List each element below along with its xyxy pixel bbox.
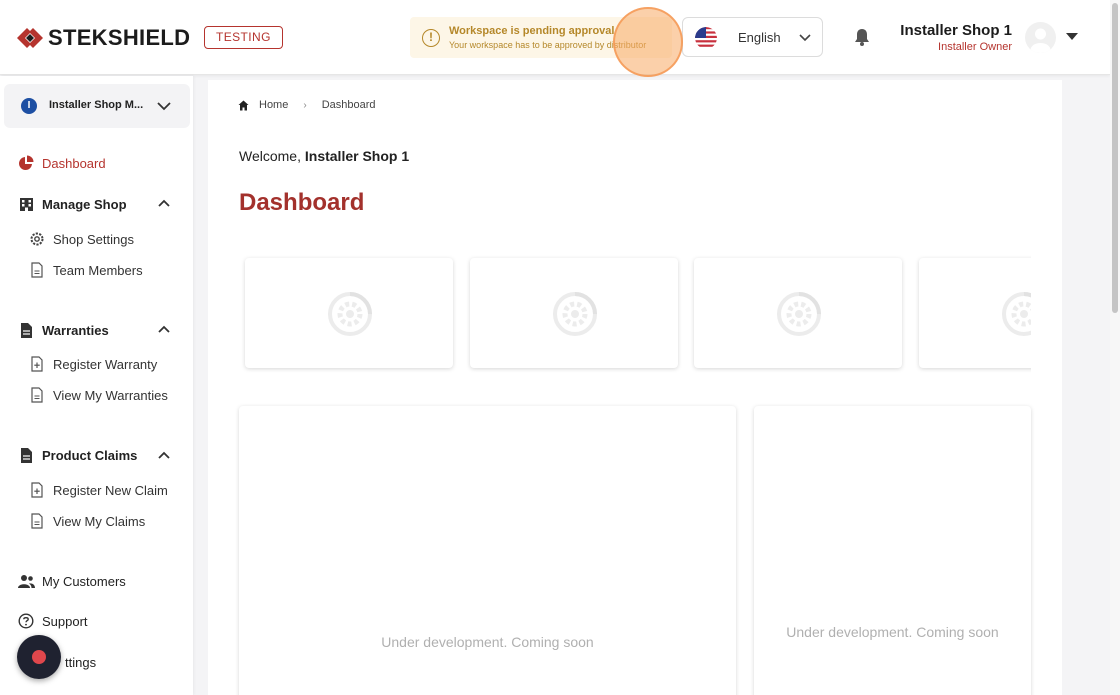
breadcrumb-current: Dashboard xyxy=(321,99,376,111)
chevron-down-icon xyxy=(157,102,171,111)
sidebar-item-label: Team Members xyxy=(53,262,143,278)
sidebar-item-shop-settings[interactable]: Shop Settings xyxy=(28,228,134,250)
sidebar-item-register-warranty[interactable]: Register Warranty xyxy=(28,353,157,375)
sidebar: I Installer Shop M... Dashboard Manage S… xyxy=(0,76,193,695)
loading-spinner-icon xyxy=(777,292,821,336)
sidebar-item-label: Shop Settings xyxy=(53,231,134,247)
sidebar-group-warranties[interactable]: Warranties xyxy=(17,319,109,341)
click-highlight-overlay xyxy=(613,7,683,77)
breadcrumb: Home › Dashboard xyxy=(238,99,376,111)
page-scrollbar[interactable] xyxy=(1110,0,1120,695)
language-selector[interactable]: English xyxy=(682,17,823,57)
language-label: English xyxy=(738,30,781,45)
workspace-initial: I xyxy=(21,98,37,114)
brand-logo[interactable]: STEKSHIELD xyxy=(16,25,190,51)
sidebar-group-label: Manage Shop xyxy=(42,196,127,212)
workspace-switcher[interactable]: I Installer Shop M... xyxy=(4,84,190,128)
main-content: Home › Dashboard Welcome, Installer Shop… xyxy=(208,80,1062,695)
chevron-up-icon[interactable] xyxy=(157,448,171,462)
stat-card xyxy=(919,258,1031,368)
stekshield-logo-icon xyxy=(17,28,43,48)
welcome-message: Welcome, Installer Shop 1 xyxy=(239,148,409,164)
building-icon xyxy=(17,195,35,213)
pie-chart-icon xyxy=(17,154,35,172)
recording-widget-button[interactable] xyxy=(17,635,61,679)
user-avatar-icon xyxy=(1030,28,1051,53)
sidebar-item-label: ttings xyxy=(65,654,97,670)
user-name[interactable]: Installer Shop 1 xyxy=(900,22,1012,39)
dashboard-panel-right: Under development. Coming soon xyxy=(754,406,1031,695)
stat-card xyxy=(470,258,678,368)
chevron-down-icon xyxy=(799,34,811,42)
stat-cards-row xyxy=(238,252,1031,377)
stat-card xyxy=(245,258,453,368)
chevron-up-icon[interactable] xyxy=(157,196,171,210)
dashboard-panel-left: Under development. Coming soon xyxy=(239,406,736,695)
sidebar-item-view-my-warranties[interactable]: View My Warranties xyxy=(28,384,168,406)
welcome-name: Installer Shop 1 xyxy=(304,148,410,164)
user-menu-caret-icon[interactable] xyxy=(1066,33,1078,40)
users-icon xyxy=(17,572,35,590)
sidebar-item-support[interactable]: Support xyxy=(17,610,88,632)
welcome-prefix: Welcome, xyxy=(239,148,301,164)
sidebar-item-label: Register Warranty xyxy=(53,356,158,372)
user-role: Installer Owner xyxy=(938,41,1012,53)
document-icon xyxy=(28,262,45,279)
gear-icon xyxy=(28,231,45,248)
coming-soon-message: Under development. Coming soon xyxy=(381,634,594,650)
document-icon xyxy=(28,513,45,530)
loading-spinner-icon xyxy=(1002,292,1031,336)
us-flag-icon xyxy=(695,27,717,49)
coming-soon-message: Under development. Coming soon xyxy=(786,624,999,640)
page-title: Dashboard xyxy=(239,189,365,216)
chevron-up-icon[interactable] xyxy=(157,322,171,336)
file-plus-icon xyxy=(28,356,45,373)
sidebar-item-label: View My Warranties xyxy=(53,387,168,403)
sidebar-item-view-my-claims[interactable]: View My Claims xyxy=(28,510,145,532)
sidebar-group-label: Product Claims xyxy=(42,447,138,463)
sidebar-item-label: My Customers xyxy=(42,573,126,589)
warning-icon: ! xyxy=(422,29,440,47)
sidebar-item-team-members[interactable]: Team Members xyxy=(28,259,143,281)
scrollbar-thumb[interactable] xyxy=(1112,3,1118,313)
sidebar-group-manage-shop[interactable]: Manage Shop xyxy=(17,193,127,215)
chevron-right-icon: › xyxy=(303,99,307,111)
stat-card xyxy=(694,258,902,368)
help-circle-icon xyxy=(17,612,35,630)
top-header: STEKSHIELD TESTING ! Workspace is pendin… xyxy=(0,0,1110,75)
sidebar-item-register-new-claim[interactable]: Register New Claim xyxy=(28,479,168,501)
file-plus-icon xyxy=(28,482,45,499)
loading-spinner-icon xyxy=(328,292,372,336)
brand-name: STEKSHIELD xyxy=(48,25,191,50)
sidebar-group-label: Warranties xyxy=(42,322,109,338)
record-dot-icon xyxy=(32,650,46,664)
sidebar-item-label: View My Claims xyxy=(53,513,146,529)
workspace-name: Installer Shop M... xyxy=(49,99,144,111)
sidebar-item-label: Dashboard xyxy=(42,155,106,171)
sidebar-item-my-customers[interactable]: My Customers xyxy=(17,570,126,592)
notification-bell-icon[interactable] xyxy=(852,27,872,47)
approval-title: Workspace is pending approval xyxy=(449,25,615,37)
avatar[interactable] xyxy=(1025,22,1056,53)
sidebar-item-label: Support xyxy=(42,613,88,629)
loading-spinner-icon xyxy=(553,292,597,336)
document-icon xyxy=(28,387,45,404)
sidebar-item-settings[interactable]: ttings xyxy=(65,651,96,673)
sidebar-group-product-claims[interactable]: Product Claims xyxy=(17,444,137,466)
breadcrumb-home[interactable]: Home xyxy=(259,99,288,111)
home-icon[interactable] xyxy=(238,100,249,111)
file-icon xyxy=(17,321,35,339)
sidebar-item-dashboard[interactable]: Dashboard xyxy=(17,152,106,174)
sidebar-item-label: Register New Claim xyxy=(53,482,168,498)
environment-badge: TESTING xyxy=(204,26,283,49)
file-icon xyxy=(17,446,35,464)
